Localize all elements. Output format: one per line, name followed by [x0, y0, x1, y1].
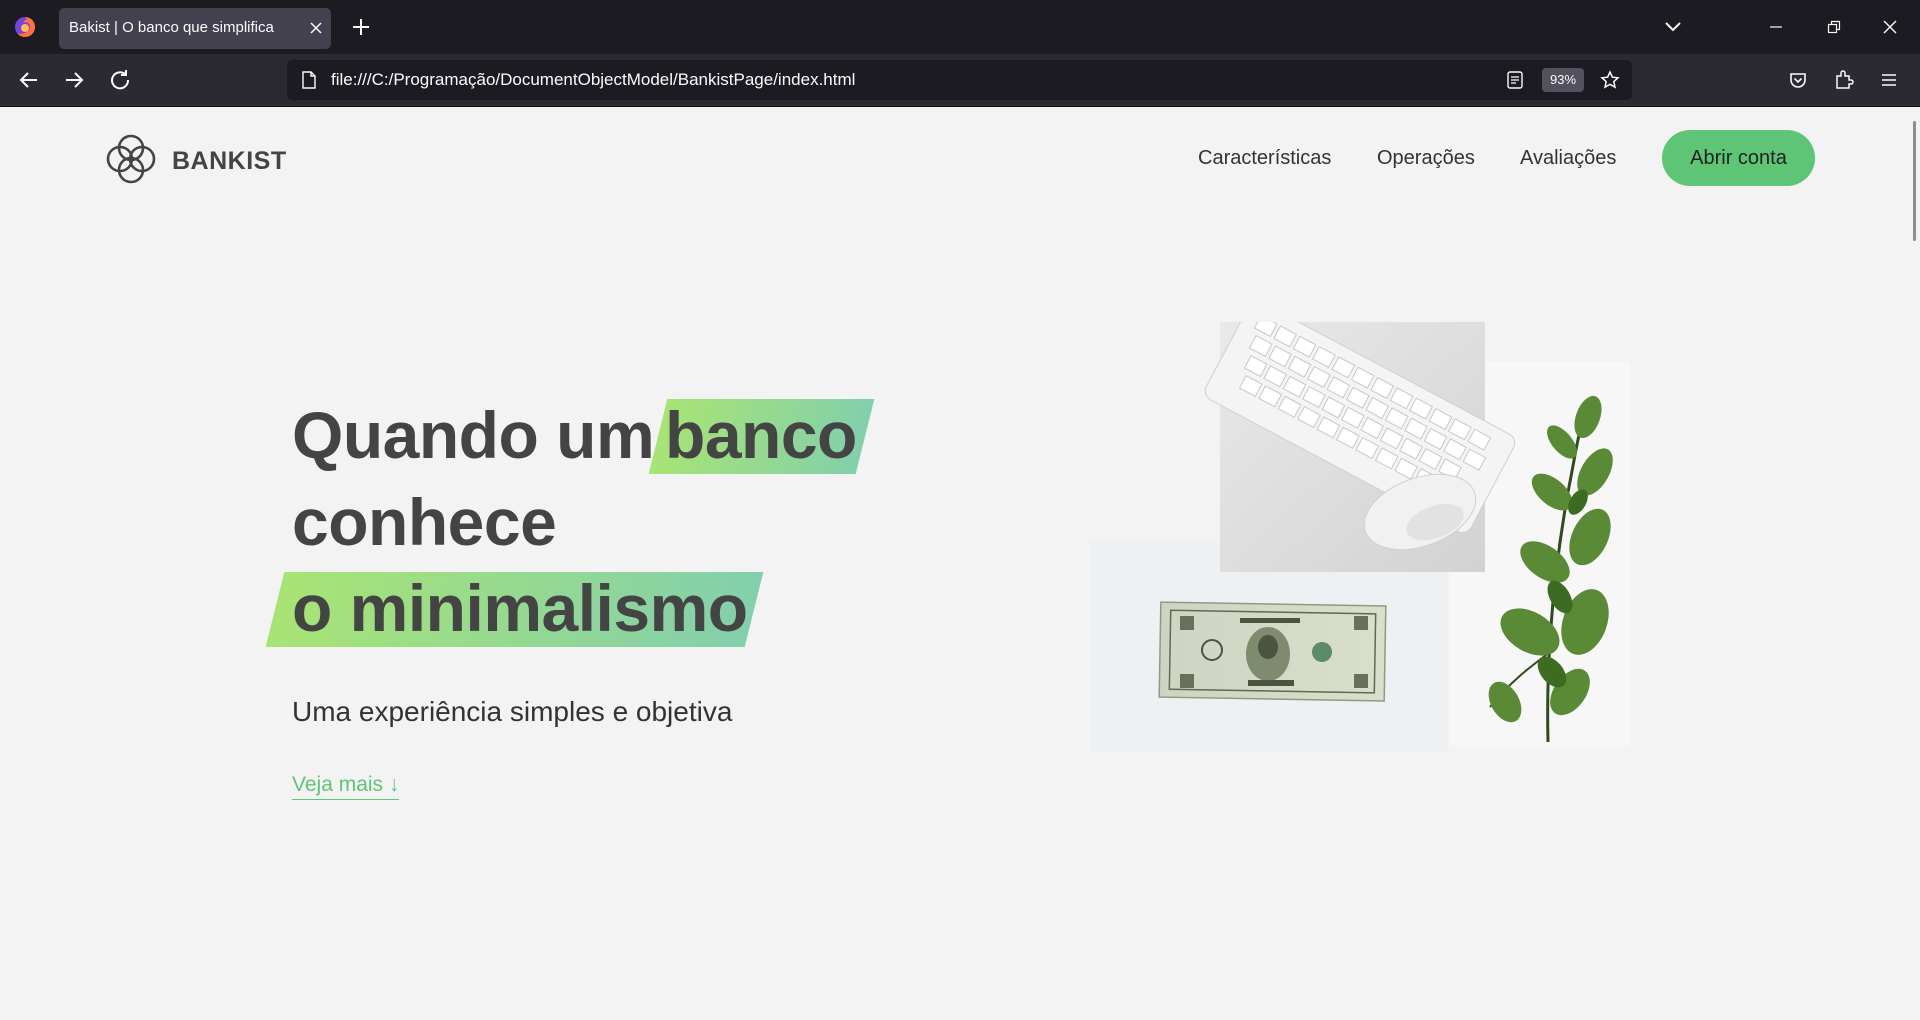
open-account-button[interactable]: Abrir conta: [1662, 130, 1815, 186]
logo-text[interactable]: BANKIST: [172, 147, 287, 176]
star-icon[interactable]: [1600, 70, 1620, 90]
tab-title: Bakist | O banco que simplifica: [69, 19, 274, 36]
firefox-icon[interactable]: [13, 15, 37, 39]
see-more-link[interactable]: Veja mais ↓: [292, 773, 400, 800]
hero-subtitle: Uma experiência simples e objetiva: [292, 696, 733, 727]
restore-icon[interactable]: [1826, 19, 1842, 35]
nav-link-caracteristicas[interactable]: Características: [1198, 147, 1331, 170]
hero-title-line-2: conhece: [292, 485, 557, 559]
chevron-down-icon[interactable]: [1664, 19, 1682, 35]
browser-tab-bar: Bakist | O banco que simplifica: [0, 0, 1920, 54]
close-window-icon[interactable]: [1882, 19, 1898, 35]
hero-title-line-1b: banco: [665, 398, 857, 472]
page-viewport: BANKIST Características Operações Avalia…: [0, 107, 1920, 1020]
hero-title-line-1a: Quando um: [292, 398, 655, 472]
dollar-bill-photo: [1090, 542, 1447, 752]
pocket-icon[interactable]: [1788, 70, 1808, 90]
extensions-icon[interactable]: [1834, 69, 1854, 91]
menu-icon[interactable]: [1880, 71, 1898, 89]
forward-icon[interactable]: [63, 69, 85, 91]
back-icon[interactable]: [18, 69, 40, 91]
nav-link-avaliacoes[interactable]: Avaliações: [1520, 147, 1616, 170]
page-icon: [302, 71, 316, 89]
keyboard-photo: [1204, 322, 1516, 572]
bankist-logo-icon[interactable]: [103, 131, 159, 187]
nav-link-operacoes[interactable]: Operações: [1377, 147, 1475, 170]
zoom-level-button[interactable]: 93%: [1542, 68, 1585, 92]
close-icon[interactable]: [309, 21, 323, 35]
url-text[interactable]: file:///C:/Programação/DocumentObjectMod…: [331, 60, 855, 100]
minimize-icon[interactable]: [1768, 19, 1784, 35]
reader-view-icon[interactable]: [1506, 71, 1524, 89]
browser-tab-active[interactable]: Bakist | O banco que simplifica: [59, 8, 331, 49]
plus-icon[interactable]: [351, 17, 371, 37]
address-bar[interactable]: file:///C:/Programação/DocumentObjectMod…: [287, 60, 1632, 100]
reload-icon[interactable]: [109, 69, 131, 91]
browser-toolbar: file:///C:/Programação/DocumentObjectMod…: [0, 54, 1920, 107]
hero-illustration: [1090, 322, 1630, 752]
scrollbar-thumb[interactable]: [1913, 121, 1916, 241]
hero-title-line-3: o minimalismo: [292, 571, 748, 645]
